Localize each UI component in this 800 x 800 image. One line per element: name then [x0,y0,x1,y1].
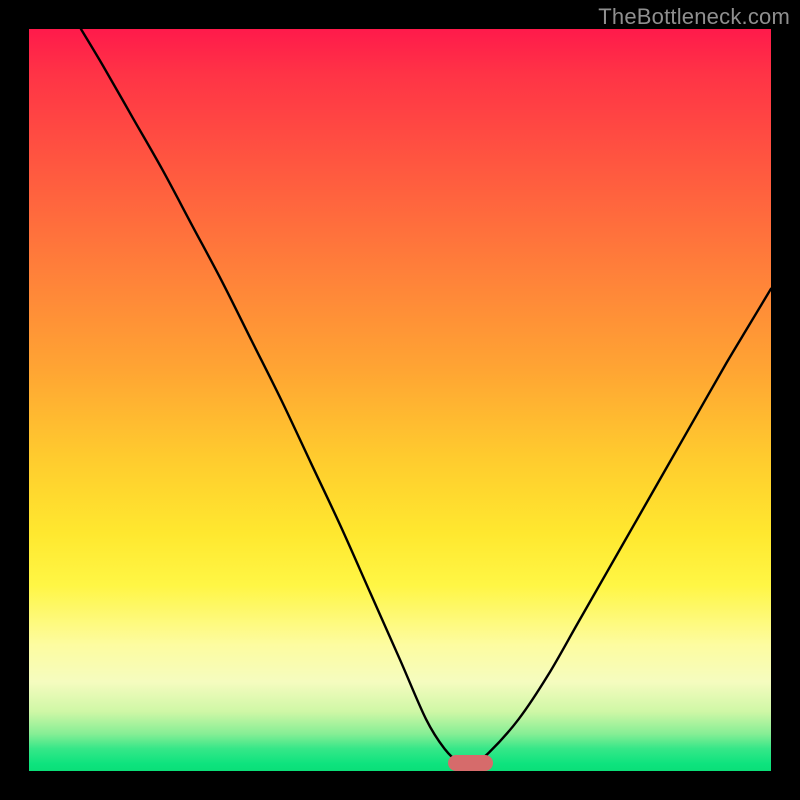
curve-svg [29,29,771,771]
watermark-text: TheBottleneck.com [598,4,790,30]
chart-frame: TheBottleneck.com [0,0,800,800]
minimum-marker [448,755,493,771]
bottleneck-curve [81,29,771,764]
plot-area [29,29,771,771]
